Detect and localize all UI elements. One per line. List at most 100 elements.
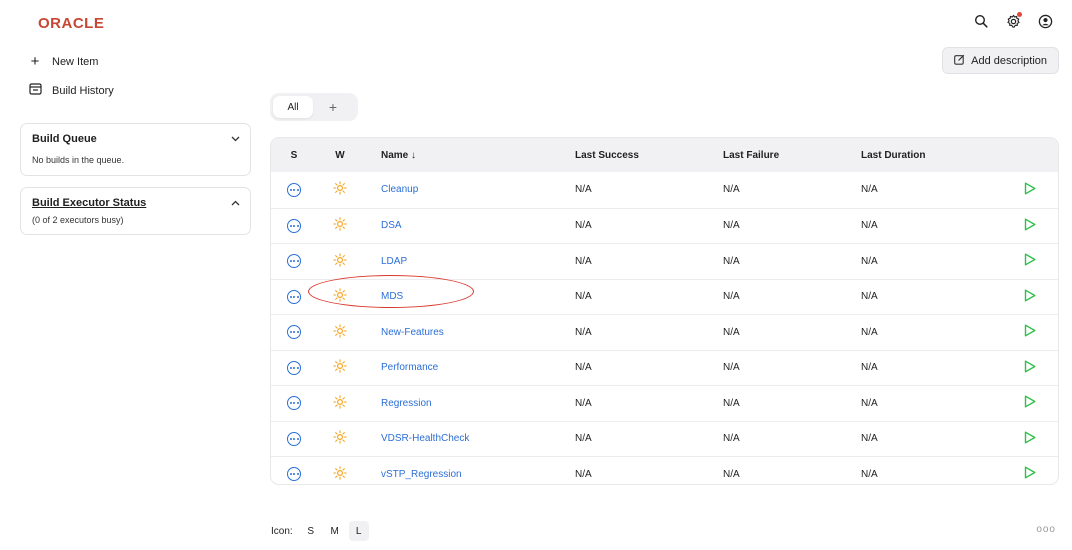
tab-all[interactable]: All bbox=[273, 96, 313, 118]
last-success-cell: N/A bbox=[575, 220, 592, 232]
icon-size-selector: Icon: S M L bbox=[271, 521, 369, 541]
col-status[interactable]: S bbox=[271, 150, 317, 161]
table-body: Cleanup N/A N/A N/A DSA N/A N/A N/A LDAP N/A N/A N/… bbox=[271, 172, 1058, 484]
run-build-icon[interactable] bbox=[1024, 324, 1036, 340]
last-failure-cell: N/A bbox=[723, 468, 740, 480]
table-row: vSTP_Regression N/A N/A N/A bbox=[271, 456, 1058, 484]
table-row: New-Features N/A N/A N/A bbox=[271, 314, 1058, 350]
last-success-cell: N/A bbox=[575, 468, 592, 480]
build-queue-panel: Build Queue No builds in the queue. bbox=[20, 123, 251, 176]
last-duration-cell: N/A bbox=[861, 468, 878, 480]
icon-size-l[interactable]: L bbox=[348, 521, 369, 541]
table-row: Performance N/A N/A N/A bbox=[271, 349, 1058, 386]
weather-sunny-icon[interactable] bbox=[333, 181, 347, 198]
chevron-up-icon[interactable] bbox=[231, 198, 240, 209]
last-duration-cell: N/A bbox=[861, 291, 878, 303]
job-name-link[interactable]: LDAP bbox=[381, 256, 407, 267]
job-name-link[interactable]: Regression bbox=[381, 398, 432, 409]
chevron-down-icon[interactable] bbox=[231, 134, 240, 145]
run-build-icon[interactable] bbox=[1024, 289, 1036, 305]
table-row: Regression N/A N/A N/A bbox=[271, 385, 1058, 421]
last-success-cell: N/A bbox=[575, 184, 592, 196]
edit-icon bbox=[954, 54, 965, 68]
run-build-icon[interactable] bbox=[1024, 253, 1036, 269]
build-queue-header[interactable]: Build Queue bbox=[32, 133, 240, 145]
status-not-built-icon[interactable] bbox=[287, 289, 301, 304]
status-not-built-icon[interactable] bbox=[287, 218, 301, 233]
status-not-built-icon[interactable] bbox=[287, 325, 301, 340]
job-name-link[interactable]: Performance bbox=[381, 362, 438, 373]
highlight-annotation bbox=[308, 275, 474, 308]
weather-sunny-icon[interactable] bbox=[333, 430, 347, 447]
last-failure-cell: N/A bbox=[723, 362, 740, 374]
add-view-tab[interactable]: + bbox=[313, 99, 353, 115]
last-success-cell: N/A bbox=[575, 433, 592, 445]
last-failure-cell: N/A bbox=[723, 433, 740, 445]
last-success-cell: N/A bbox=[575, 255, 592, 267]
user-icon[interactable] bbox=[1036, 12, 1054, 30]
status-not-built-icon[interactable] bbox=[287, 360, 301, 375]
history-icon bbox=[28, 83, 42, 98]
weather-sunny-icon[interactable] bbox=[333, 359, 347, 376]
col-last-success[interactable]: Last Success bbox=[575, 150, 723, 161]
last-failure-cell: N/A bbox=[723, 326, 740, 338]
status-not-built-icon[interactable] bbox=[287, 254, 301, 269]
add-description-button[interactable]: Add description bbox=[942, 47, 1059, 74]
run-build-icon[interactable] bbox=[1024, 360, 1036, 376]
table-row: LDAP N/A N/A N/A bbox=[271, 243, 1058, 279]
run-build-icon[interactable] bbox=[1024, 466, 1036, 482]
job-name-link[interactable]: vSTP_Regression bbox=[381, 469, 462, 480]
last-failure-cell: N/A bbox=[723, 291, 740, 303]
run-build-icon[interactable] bbox=[1024, 431, 1036, 447]
status-not-built-icon[interactable] bbox=[287, 431, 301, 446]
status-not-built-icon[interactable] bbox=[287, 396, 301, 411]
view-tabs: All + bbox=[270, 93, 358, 121]
weather-sunny-icon[interactable] bbox=[333, 395, 347, 412]
status-not-built-icon[interactable] bbox=[287, 182, 301, 197]
col-name[interactable]: Name ↓ bbox=[363, 150, 575, 161]
jobs-table: S W Name ↓ Last Success Last Failure Las… bbox=[270, 137, 1059, 485]
table-row: DSA N/A N/A N/A bbox=[271, 207, 1058, 244]
oracle-logo[interactable]: ORACLE bbox=[38, 15, 104, 32]
col-weather[interactable]: W bbox=[317, 150, 363, 161]
last-duration-cell: N/A bbox=[861, 326, 878, 338]
weather-sunny-icon[interactable] bbox=[333, 253, 347, 270]
notification-dot bbox=[1017, 12, 1022, 17]
add-description-label: Add description bbox=[971, 54, 1047, 67]
col-last-duration[interactable]: Last Duration bbox=[861, 150, 999, 161]
search-icon[interactable] bbox=[972, 12, 990, 30]
icon-size-s[interactable]: S bbox=[301, 521, 321, 541]
status-not-built-icon[interactable] bbox=[287, 467, 301, 482]
run-build-icon[interactable] bbox=[1024, 182, 1036, 198]
build-queue-body: No builds in the queue. bbox=[32, 155, 125, 165]
job-name-link[interactable]: New-Features bbox=[381, 327, 444, 338]
job-name-link[interactable]: Cleanup bbox=[381, 184, 418, 195]
gear-icon[interactable] bbox=[1004, 12, 1022, 30]
header-icons bbox=[972, 12, 1054, 30]
last-duration-cell: N/A bbox=[861, 397, 878, 409]
executor-status-panel: Build Executor Status (0 of 2 executors … bbox=[20, 187, 251, 235]
job-name-link[interactable]: VDSR-HealthCheck bbox=[381, 433, 469, 444]
build-history-label: Build History bbox=[52, 84, 114, 97]
run-build-icon[interactable] bbox=[1024, 395, 1036, 411]
col-last-failure[interactable]: Last Failure bbox=[723, 150, 861, 161]
last-duration-cell: N/A bbox=[861, 433, 878, 445]
last-failure-cell: N/A bbox=[723, 397, 740, 409]
last-duration-cell: N/A bbox=[861, 362, 878, 374]
last-success-cell: N/A bbox=[575, 291, 592, 303]
weather-sunny-icon[interactable] bbox=[333, 324, 347, 341]
build-history-link[interactable]: Build History bbox=[28, 83, 114, 98]
executor-status-title[interactable]: Build Executor Status bbox=[32, 197, 146, 209]
last-failure-cell: N/A bbox=[723, 184, 740, 196]
executor-status-header[interactable]: Build Executor Status bbox=[32, 197, 240, 209]
weather-sunny-icon[interactable] bbox=[333, 217, 347, 234]
last-success-cell: N/A bbox=[575, 362, 592, 374]
table-header: S W Name ↓ Last Success Last Failure Las… bbox=[271, 138, 1058, 172]
job-name-link[interactable]: DSA bbox=[381, 220, 402, 231]
new-item-link[interactable]: + New Item bbox=[28, 54, 99, 69]
build-queue-title: Build Queue bbox=[32, 133, 97, 145]
run-build-icon[interactable] bbox=[1024, 218, 1036, 234]
more-options-icon[interactable]: ooo bbox=[1036, 524, 1056, 535]
weather-sunny-icon[interactable] bbox=[333, 466, 347, 483]
icon-size-m[interactable]: M bbox=[325, 521, 345, 541]
